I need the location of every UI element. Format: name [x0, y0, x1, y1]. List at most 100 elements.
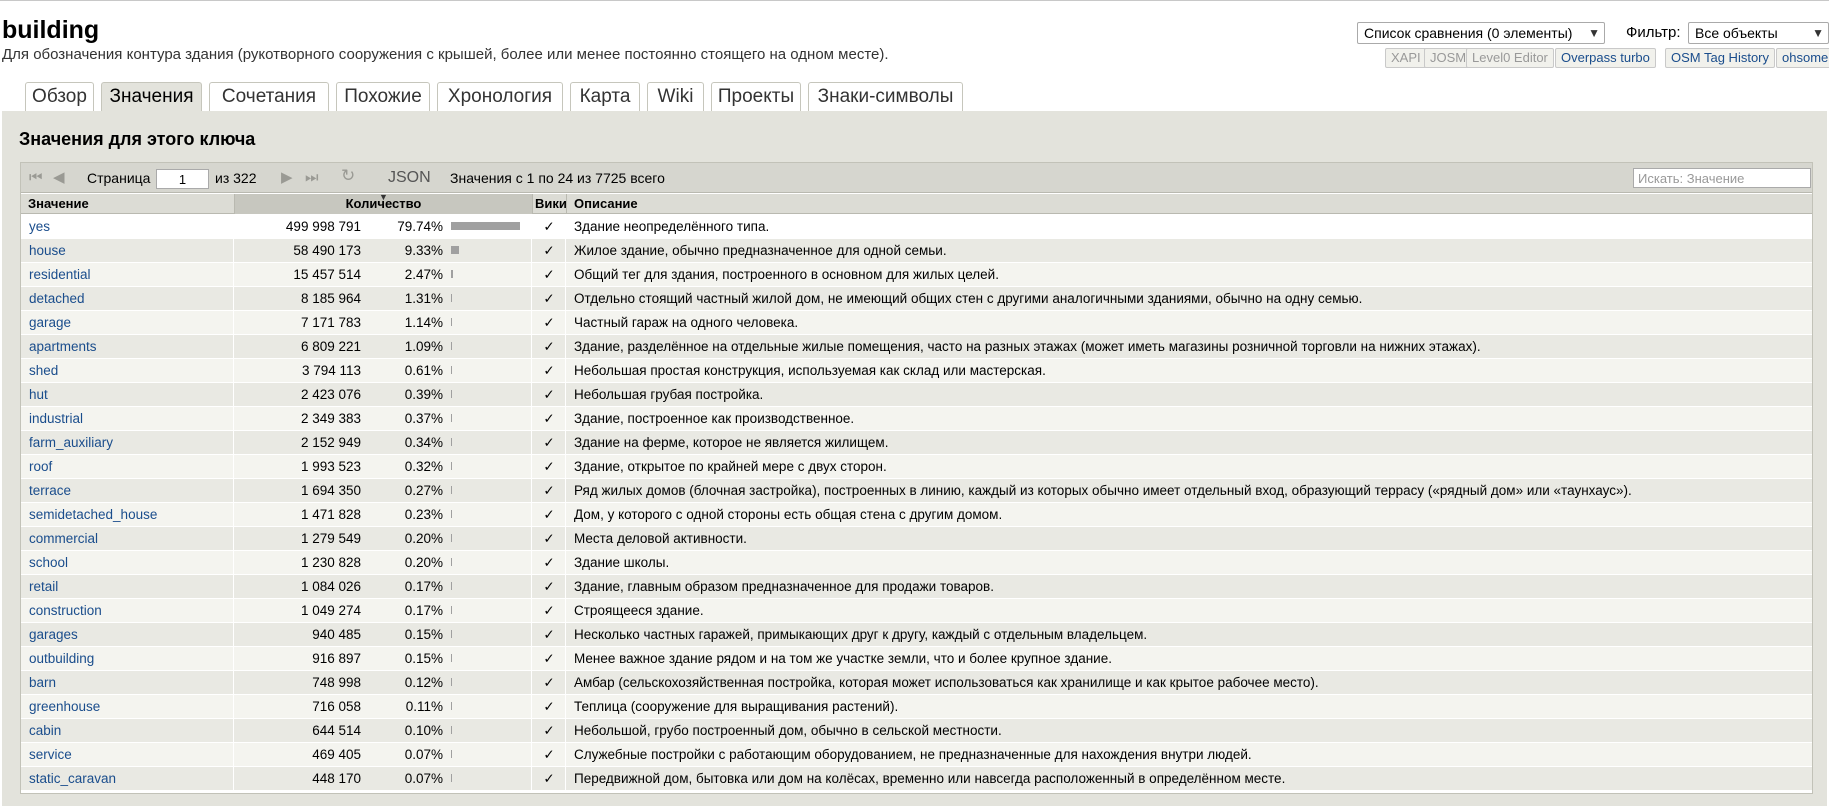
tab-projects[interactable]: Проекты — [711, 82, 801, 112]
page-number-input[interactable] — [156, 169, 209, 189]
filter-select[interactable]: Все объекты ▼ — [1688, 22, 1829, 44]
table-row[interactable]: industrial 2 349 383 0.37% ✓ Здание, построе… — [21, 407, 1812, 431]
value-link[interactable]: barn — [21, 671, 234, 694]
value-link[interactable]: terrace — [21, 479, 234, 502]
wiki-check-icon[interactable]: ✓ — [533, 671, 566, 694]
table-row[interactable]: house 58 490 173 9.33% ✓ Жилое здание, обычн… — [21, 239, 1812, 263]
table-row[interactable]: residential 15 457 514 2.47% ✓ Общий тег для… — [21, 263, 1812, 287]
wiki-check-icon[interactable]: ✓ — [533, 431, 566, 454]
wiki-check-icon[interactable]: ✓ — [533, 695, 566, 718]
tab-overview[interactable]: Обзор — [25, 82, 94, 112]
value-link[interactable]: yes — [21, 215, 234, 238]
column-wiki-header[interactable]: Вики — [533, 194, 567, 214]
table-row[interactable]: apartments 6 809 221 1.09% ✓ Здание, разделё… — [21, 335, 1812, 359]
wiki-check-icon[interactable]: ✓ — [533, 503, 566, 526]
wiki-check-icon[interactable]: ✓ — [533, 551, 566, 574]
wiki-check-icon[interactable]: ✓ — [533, 311, 566, 334]
table-row[interactable]: retail 1 084 026 0.17% ✓ Здание, главным обр… — [21, 575, 1812, 599]
wiki-check-icon[interactable]: ✓ — [533, 239, 566, 262]
wiki-check-icon[interactable]: ✓ — [533, 599, 566, 622]
value-link[interactable]: school — [21, 551, 234, 574]
tab-combinations[interactable]: Сочетания — [209, 82, 329, 112]
column-count-header[interactable]: ▼ Количество — [235, 194, 533, 214]
value-link[interactable]: commercial — [21, 527, 234, 550]
table-row[interactable]: detached 8 185 964 1.31% ✓ Отдельно стоящий … — [21, 287, 1812, 311]
table-row[interactable]: farm_auxiliary 2 152 949 0.34% ✓ Здание на ф… — [21, 431, 1812, 455]
tab-chronology[interactable]: Хронология — [437, 82, 563, 112]
value-link[interactable]: farm_auxiliary — [21, 431, 234, 454]
column-description-header[interactable]: Описание — [567, 194, 1812, 214]
wiki-check-icon[interactable]: ✓ — [533, 527, 566, 550]
table-row[interactable]: shed 3 794 113 0.61% ✓ Небольшая простая кон… — [21, 359, 1812, 383]
value-link[interactable]: greenhouse — [21, 695, 234, 718]
overpass-turbo-link[interactable]: Overpass turbo — [1555, 48, 1656, 68]
value-link[interactable]: semidetached_house — [21, 503, 234, 526]
table-row[interactable]: service 469 405 0.07% ✓ Служебные постройки … — [21, 743, 1812, 767]
level0-editor-link[interactable]: Level0 Editor — [1466, 48, 1554, 68]
ohsome-link[interactable]: ohsome — [1776, 48, 1829, 68]
wiki-check-icon[interactable]: ✓ — [533, 359, 566, 382]
wiki-check-icon[interactable]: ✓ — [533, 263, 566, 286]
table-row[interactable]: static_caravan 448 170 0.07% ✓ Передвижной д… — [21, 767, 1812, 791]
osm-tag-history-link[interactable]: OSM Tag History — [1665, 48, 1776, 68]
table-row[interactable]: cabin 644 514 0.10% ✓ Небольшой, грубо постр… — [21, 719, 1812, 743]
tab-symbols[interactable]: Знаки-символы — [808, 82, 963, 112]
table-row[interactable]: greenhouse 716 058 0.11% ✓ Теплица (сооружен… — [21, 695, 1812, 719]
value-link[interactable]: retail — [21, 575, 234, 598]
table-row[interactable]: garages 940 485 0.15% ✓ Несколько частных га… — [21, 623, 1812, 647]
wiki-check-icon[interactable]: ✓ — [533, 623, 566, 646]
table-row[interactable]: outbuilding 916 897 0.15% ✓ Менее важное зда… — [21, 647, 1812, 671]
value-link[interactable]: industrial — [21, 407, 234, 430]
wiki-check-icon[interactable]: ✓ — [533, 479, 566, 502]
value-link[interactable]: construction — [21, 599, 234, 622]
compare-list-select[interactable]: Список сравнения (0 элементы) ▼ — [1357, 22, 1605, 44]
wiki-check-icon[interactable]: ✓ — [533, 719, 566, 742]
wiki-check-icon[interactable]: ✓ — [533, 407, 566, 430]
wiki-check-icon[interactable]: ✓ — [533, 335, 566, 358]
tab-values[interactable]: Значения — [101, 82, 202, 113]
value-link[interactable]: residential — [21, 263, 234, 286]
column-value-header[interactable]: Значение — [21, 194, 235, 214]
table-row[interactable]: hut 2 423 076 0.39% ✓ Небольшая грубая постр… — [21, 383, 1812, 407]
value-link[interactable]: cabin — [21, 719, 234, 742]
value-link[interactable]: garage — [21, 311, 234, 334]
last-page-icon[interactable]: ⏭ — [305, 170, 319, 185]
table-row[interactable]: terrace 1 694 350 0.27% ✓ Ряд жилых домов (б… — [21, 479, 1812, 503]
table-row[interactable]: commercial 1 279 549 0.20% ✓ Места деловой а… — [21, 527, 1812, 551]
value-link[interactable]: static_caravan — [21, 767, 234, 790]
value-link[interactable]: detached — [21, 287, 234, 310]
refresh-icon[interactable]: ↻ — [341, 167, 355, 184]
wiki-check-icon[interactable]: ✓ — [533, 575, 566, 598]
json-button[interactable]: JSON — [388, 168, 431, 188]
wiki-check-icon[interactable]: ✓ — [533, 767, 566, 790]
next-page-icon[interactable]: ▶ — [281, 170, 293, 185]
table-row[interactable]: roof 1 993 523 0.32% ✓ Здание, открытое по к… — [21, 455, 1812, 479]
value-link[interactable]: garages — [21, 623, 234, 646]
josm-link[interactable]: JOSM — [1424, 48, 1473, 68]
table-row[interactable]: barn 748 998 0.12% ✓ Амбар (сельскохозяйстве… — [21, 671, 1812, 695]
value-link[interactable]: shed — [21, 359, 234, 382]
table-row[interactable]: school 1 230 828 0.20% ✓ Здание школы. — [21, 551, 1812, 575]
wiki-check-icon[interactable]: ✓ — [533, 383, 566, 406]
search-input[interactable] — [1633, 168, 1811, 188]
value-link[interactable]: apartments — [21, 335, 234, 358]
first-page-icon[interactable]: ⏮ — [29, 170, 43, 185]
value-link[interactable]: hut — [21, 383, 234, 406]
tab-similar[interactable]: Похожие — [336, 82, 430, 112]
tab-wiki[interactable]: Wiki — [647, 82, 704, 112]
wiki-check-icon[interactable]: ✓ — [533, 647, 566, 670]
table-row[interactable]: construction 1 049 274 0.17% ✓ Строящееся зд… — [21, 599, 1812, 623]
tab-map[interactable]: Карта — [570, 82, 640, 112]
xapi-link[interactable]: XAPI — [1385, 48, 1427, 68]
value-link[interactable]: house — [21, 239, 234, 262]
prev-page-icon[interactable]: ◀ — [53, 170, 65, 185]
value-link[interactable]: roof — [21, 455, 234, 478]
value-link[interactable]: outbuilding — [21, 647, 234, 670]
table-row[interactable]: garage 7 171 783 1.14% ✓ Частный гараж на од… — [21, 311, 1812, 335]
wiki-check-icon[interactable]: ✓ — [533, 743, 566, 766]
table-row[interactable]: semidetached_house 1 471 828 0.23% ✓ Дом, у … — [21, 503, 1812, 527]
wiki-check-icon[interactable]: ✓ — [533, 287, 566, 310]
wiki-check-icon[interactable]: ✓ — [533, 455, 566, 478]
table-row[interactable]: yes 499 998 791 79.74% ✓ Здание неопределённ… — [21, 215, 1812, 239]
value-link[interactable]: service — [21, 743, 234, 766]
